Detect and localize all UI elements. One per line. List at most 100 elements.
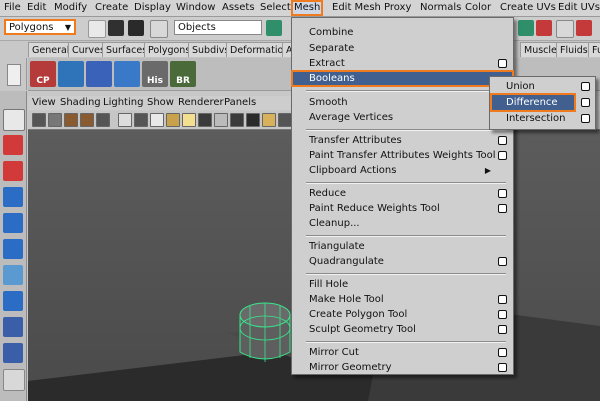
lasso-tool-icon[interactable] [3,135,23,155]
save-scene-icon[interactable] [128,20,144,36]
ipr-render-icon[interactable] [536,20,552,36]
menu-item-average-vertices[interactable]: Average Vertices [292,110,513,125]
move-tool-icon[interactable] [3,187,23,207]
xray-joints-icon[interactable] [230,113,244,127]
manipulator-icon[interactable] [3,265,23,285]
textured-icon[interactable] [166,113,180,127]
paint-select-icon[interactable] [3,161,23,181]
grid-icon[interactable] [86,61,112,87]
menu-item-triangulate[interactable]: Triangulate [292,239,513,254]
menu-item-transfer-attributes[interactable]: Transfer Attributes [292,133,513,148]
menu-item-booleans[interactable]: Booleans▶ [291,70,514,87]
menu-item-cleanup[interactable]: Cleanup... [292,216,513,231]
menu-mesh[interactable]: Mesh [290,0,324,16]
shelf-tab-general[interactable]: General [28,42,74,57]
menu-proxy[interactable]: Proxy [382,1,413,15]
menu-file[interactable]: File [2,1,23,15]
menu-item-paint-transfer-attributes[interactable]: Paint Transfer Attributes Weights Tool [292,148,513,163]
menu-assets[interactable]: Assets [220,1,257,15]
menu-item-extract[interactable]: Extract [292,56,513,71]
option-box-icon[interactable] [498,151,507,160]
menu-set-dropdown[interactable]: Polygons ▼ [4,19,76,35]
shelf-menu-icon[interactable] [7,64,21,86]
bookmark-icon[interactable] [64,113,78,127]
shelf-tab-polygons[interactable]: Polygons [144,42,195,57]
layout-four-icon[interactable] [3,369,25,391]
menu-item-mirror-cut[interactable]: Mirror Cut [292,345,513,360]
panel-menu-lighting[interactable]: Lighting [103,96,143,110]
smooth-shade-icon[interactable] [134,113,148,127]
menu-modify[interactable]: Modify [52,1,89,15]
menu-item-difference[interactable]: Difference [490,93,595,112]
panel-menu-panels[interactable]: Panels [224,96,256,110]
selection-mode-icon[interactable] [150,20,168,38]
hypershade-icon[interactable] [576,20,592,36]
panel-menu-shading[interactable]: Shading [60,96,101,110]
menu-color[interactable]: Color [463,1,493,15]
option-box-icon[interactable] [498,257,507,266]
xray-icon[interactable] [214,113,228,127]
menu-item-union[interactable]: Union [490,79,595,94]
soft-mod-icon[interactable] [114,61,140,87]
menu-item-clipboard-actions[interactable]: Clipboard Actions ▶ [292,163,513,178]
menu-item-quadrangulate[interactable]: Quadrangulate [292,254,513,269]
open-scene-icon[interactable] [108,20,124,36]
option-box-icon[interactable] [581,82,590,91]
menu-item-separate[interactable]: Separate [292,41,513,56]
br-icon[interactable]: BR [170,61,196,87]
use-lights-icon[interactable] [182,113,196,127]
menu-item-fill-hole[interactable]: Fill Hole [292,277,513,292]
camera-select-icon[interactable] [48,113,62,127]
new-scene-icon[interactable] [88,20,106,38]
isolate-select-icon[interactable] [246,113,260,127]
menu-item-sculpt-geometry-tool[interactable]: Sculpt Geometry Tool [292,322,513,337]
option-box-icon[interactable] [498,204,507,213]
camera-attrib-icon[interactable] [32,113,46,127]
his-icon[interactable]: His [142,61,168,87]
menu-edit-uvs[interactable]: Edit UVs [556,1,600,15]
option-box-icon[interactable] [498,348,507,357]
option-box-icon[interactable] [498,295,507,304]
menu-item-make-hole-tool[interactable]: Make Hole Tool [292,292,513,307]
menu-edit-mesh[interactable]: Edit Mesh [330,1,383,15]
menu-create[interactable]: Create [93,1,130,15]
snap-grid-icon[interactable] [266,20,282,36]
rotate-tool-icon[interactable] [3,213,23,233]
render-settings-icon[interactable] [556,20,574,38]
menu-select[interactable]: Select [258,1,293,15]
menu-item-combine[interactable]: Combine [292,25,513,40]
panel-menu-renderer[interactable]: Renderer [178,96,224,110]
select-tool-icon[interactable] [3,109,25,131]
objects-field[interactable]: Objects [174,20,262,35]
wireframe-icon[interactable] [118,113,132,127]
image-plane-icon[interactable] [80,113,94,127]
menu-item-intersection[interactable]: Intersection [490,111,595,126]
menu-display[interactable]: Display [132,1,173,15]
ambient-occlusion-icon[interactable] [278,113,292,127]
menu-item-smooth[interactable]: Smooth [292,95,513,110]
panel-menu-show[interactable]: Show [147,96,174,110]
panel-menu-view[interactable]: View [32,96,56,110]
render-icon[interactable] [518,20,534,36]
option-box-icon[interactable] [498,189,507,198]
option-box-icon[interactable] [498,363,507,372]
cube-shelf-icon[interactable] [58,61,84,87]
last-tool-icon[interactable] [3,317,23,337]
soft-select-icon[interactable] [3,291,23,311]
layout-single-icon[interactable] [3,343,23,363]
shelf-tab-muscle[interactable]: Muscle [520,42,561,57]
cp-icon[interactable]: CP [30,61,56,87]
scale-tool-icon[interactable] [3,239,23,259]
option-box-icon[interactable] [498,136,507,145]
menu-item-mirror-geometry[interactable]: Mirror Geometry [292,360,513,375]
option-box-icon[interactable] [581,98,590,107]
grid-toggle-icon[interactable] [96,113,110,127]
option-box-icon[interactable] [498,325,507,334]
shelf-tab-fu[interactable]: Fu [588,42,600,57]
wireframe-on-shaded-icon[interactable] [150,113,164,127]
menu-edit[interactable]: Edit [25,1,48,15]
option-box-icon[interactable] [498,310,507,319]
shelf-tab-fluids[interactable]: Fluids [556,42,592,57]
menu-normals[interactable]: Normals [418,1,463,15]
menu-window[interactable]: Window [174,1,217,15]
